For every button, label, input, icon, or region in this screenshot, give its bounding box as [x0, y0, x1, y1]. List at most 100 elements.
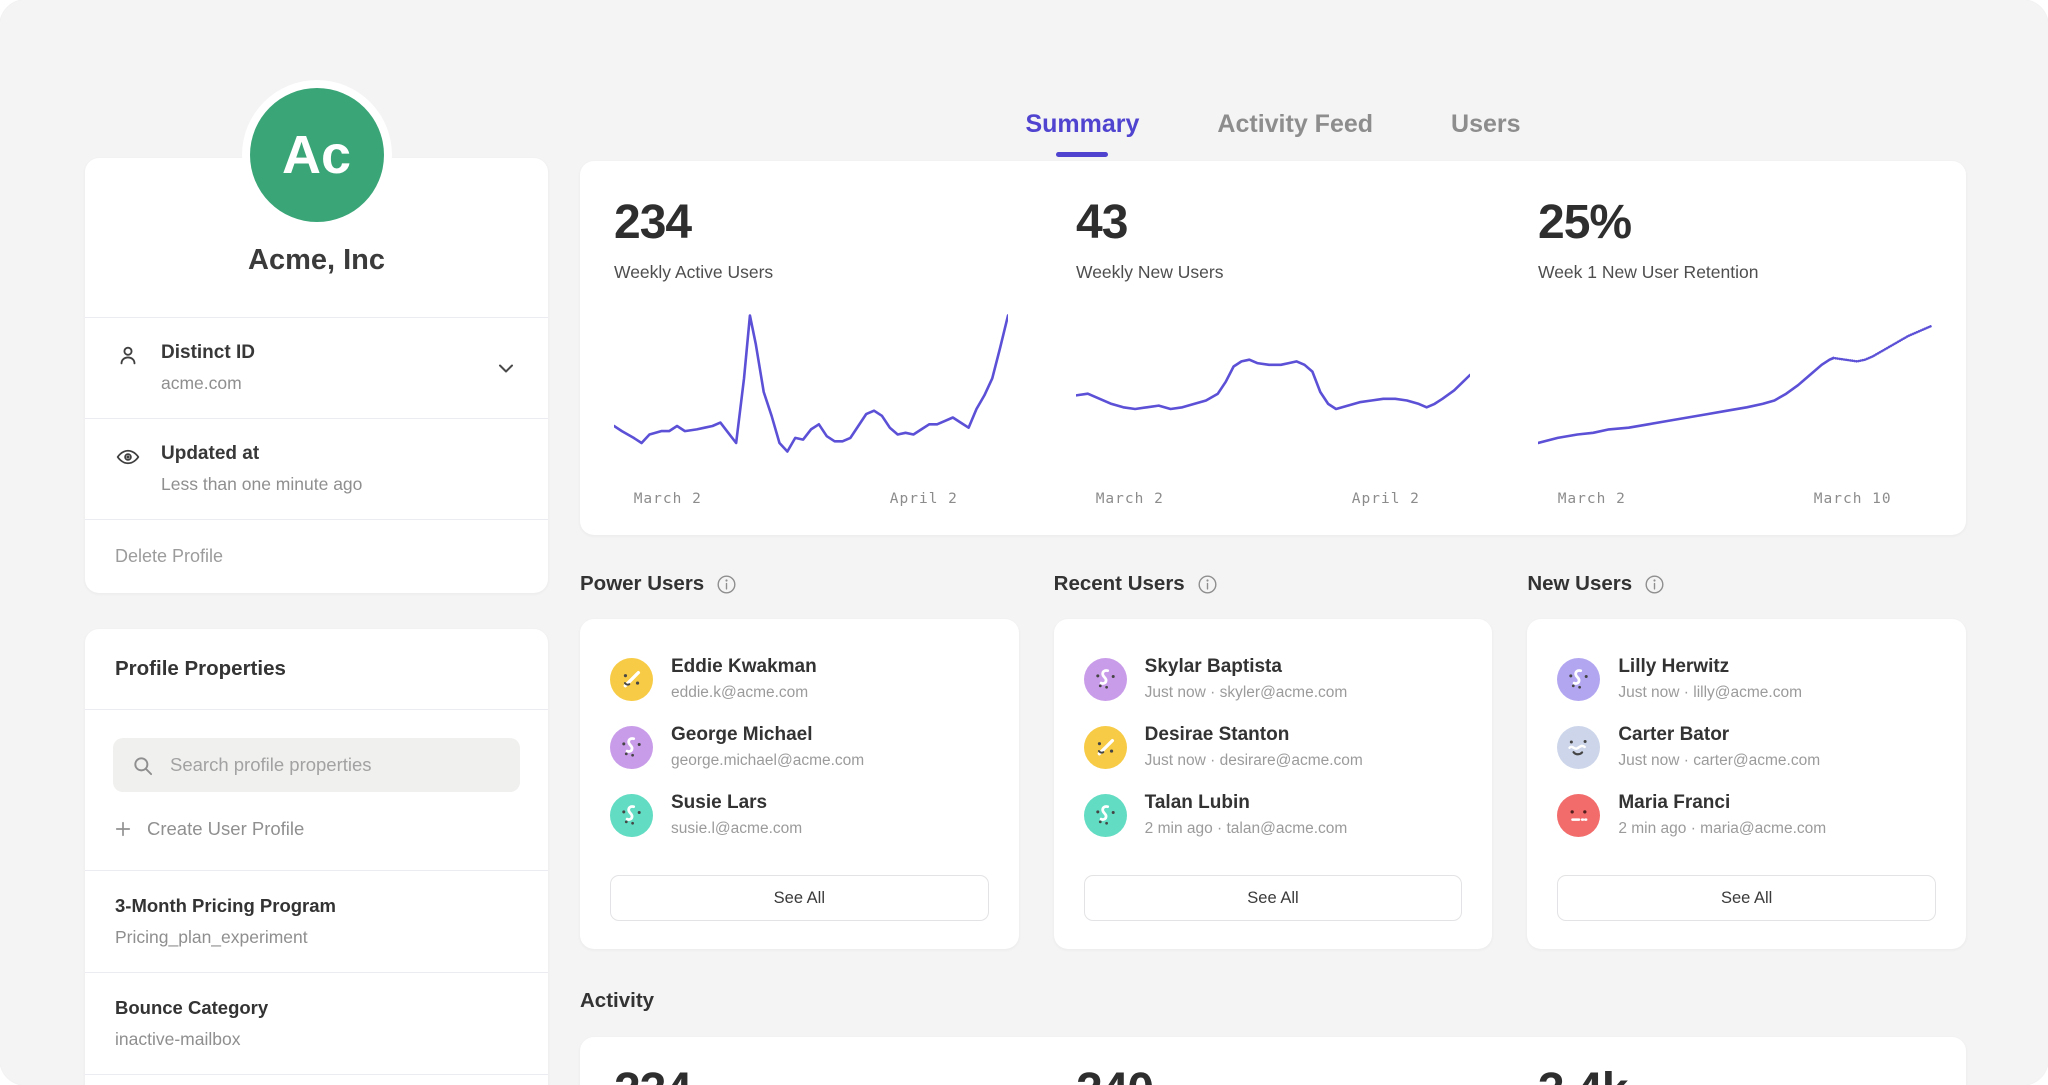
avatar: [1084, 794, 1127, 837]
user-row[interactable]: George Michael george.michael@acme.com: [610, 713, 989, 781]
user-row[interactable]: Skylar Baptista Just now · skyler@acme.c…: [1084, 645, 1463, 713]
field-value: acme.com: [161, 373, 255, 394]
stat-value: 234: [614, 195, 1008, 250]
profile-properties-title: Profile Properties: [85, 629, 548, 709]
info-icon[interactable]: [716, 574, 737, 595]
stat-weekly-new-users: 43 Weekly New Users March 2 April 2: [1042, 161, 1504, 535]
user-subtitle: 2 min ago · maria@acme.com: [1618, 820, 1826, 838]
stat-value: 25%: [1538, 195, 1932, 250]
divider: [85, 709, 548, 710]
search-icon: [131, 754, 154, 777]
user-subtitle: Just now · desirare@acme.com: [1145, 752, 1363, 770]
activity-card: 234 240 3.4k: [580, 1037, 1966, 1085]
user-subtitle: susie.l@acme.com: [671, 820, 802, 838]
user-name: Talan Lubin: [1145, 792, 1348, 814]
property-name: 3-Month Pricing Program: [115, 895, 518, 917]
info-icon[interactable]: [1197, 574, 1218, 595]
see-all-button[interactable]: See All: [1557, 875, 1936, 921]
property-row: 3-Month Pricing Program Pricing_plan_exp…: [85, 871, 548, 972]
new-users-card: Lilly Herwitz Just now · lilly@acme.com …: [1527, 619, 1966, 949]
avatar: [1557, 794, 1600, 837]
user-name: Carter Bator: [1618, 724, 1820, 746]
user-subtitle: Just now · lilly@acme.com: [1618, 684, 1802, 702]
user-name: Maria Franci: [1618, 792, 1826, 814]
x-axis-tick: March 10: [1814, 491, 1892, 507]
user-name: George Michael: [671, 724, 864, 746]
main-content: Summary Activity Feed Users 234 Weekly A…: [580, 0, 1966, 1085]
user-row[interactable]: Susie Lars susie.l@acme.com: [610, 781, 989, 849]
company-avatar: Ac: [250, 88, 384, 222]
person-icon: [115, 343, 141, 369]
profile-properties-card: Profile Properties Create User Pro: [85, 629, 548, 1085]
weekly-new-users-chart: [1076, 307, 1470, 477]
active-tab-underline: [1056, 152, 1108, 157]
x-axis-tick: April 2: [1352, 491, 1420, 507]
recent-users-section: Recent Users Skylar Baptista Just now · …: [1054, 571, 1493, 949]
field-value: Less than one minute ago: [161, 474, 362, 495]
x-axis-tick: April 2: [890, 491, 958, 507]
tab-summary[interactable]: Summary: [1025, 110, 1139, 157]
section-title: Recent Users: [1054, 572, 1185, 596]
delete-profile-button[interactable]: Delete Profile: [85, 520, 548, 593]
stat-label: Weekly New Users: [1076, 262, 1470, 283]
user-name: Eddie Kwakman: [671, 656, 817, 678]
user-sections: Power Users Eddie Kwakman eddie.k@acme.c…: [580, 571, 1966, 949]
property-name: Bounce Category: [115, 997, 518, 1019]
company-profile-card: Acme, Inc Distinct ID acme.com: [85, 158, 548, 593]
create-user-profile-label: Create User Profile: [147, 818, 304, 840]
activity-section: Activity 234 240 3.4k: [580, 989, 1966, 1085]
activity-title: Activity: [580, 989, 1966, 1013]
user-row[interactable]: Lilly Herwitz Just now · lilly@acme.com: [1557, 645, 1936, 713]
profile-page: Ac Acme, Inc Distinct ID acme.com: [0, 0, 2048, 1085]
avatar: [610, 794, 653, 837]
power-users-card: Eddie Kwakman eddie.k@acme.com George Mi…: [580, 619, 1019, 949]
property-row: Browser Chrome: [85, 1075, 548, 1085]
activity-stat-value: 234: [614, 1063, 1008, 1085]
power-users-section: Power Users Eddie Kwakman eddie.k@acme.c…: [580, 571, 1019, 949]
field-label: Distinct ID: [161, 342, 255, 364]
info-icon[interactable]: [1644, 574, 1665, 595]
search-input[interactable]: [168, 753, 502, 777]
create-user-profile-button[interactable]: Create User Profile: [113, 818, 520, 840]
user-row[interactable]: Talan Lubin 2 min ago · talan@acme.com: [1084, 781, 1463, 849]
property-value: inactive-mailbox: [115, 1029, 518, 1050]
stat-weekly-active-users: 234 Weekly Active Users March 2 April 2: [580, 161, 1042, 535]
user-subtitle: Just now · skyler@acme.com: [1145, 684, 1348, 702]
eye-icon: [115, 444, 141, 470]
user-row[interactable]: Maria Franci 2 min ago · maria@acme.com: [1557, 781, 1936, 849]
see-all-button[interactable]: See All: [610, 875, 989, 921]
user-subtitle: george.michael@acme.com: [671, 752, 864, 770]
new-users-section: New Users Lilly Herwitz Just now · lilly…: [1527, 571, 1966, 949]
profile-properties-search[interactable]: [113, 738, 520, 792]
section-title: New Users: [1527, 572, 1632, 596]
summary-stats-card: 234 Weekly Active Users March 2 April 2 …: [580, 161, 1966, 535]
activity-stat-value: 3.4k: [1538, 1063, 1932, 1085]
distinct-id-row[interactable]: Distinct ID acme.com: [85, 318, 548, 418]
tab-bar: Summary Activity Feed Users: [580, 0, 1966, 157]
user-row[interactable]: Desirae Stanton Just now · desirare@acme…: [1084, 713, 1463, 781]
property-row: Bounce Category inactive-mailbox: [85, 973, 548, 1074]
weekly-active-users-chart: [614, 307, 1008, 477]
chevron-down-icon[interactable]: [494, 356, 518, 380]
user-row[interactable]: Eddie Kwakman eddie.k@acme.com: [610, 645, 989, 713]
see-all-button[interactable]: See All: [1084, 875, 1463, 921]
avatar: [1084, 726, 1127, 769]
user-name: Susie Lars: [671, 792, 802, 814]
updated-at-row: Updated at Less than one minute ago: [85, 419, 548, 519]
avatar: [1557, 658, 1600, 701]
user-row[interactable]: Carter Bator Just now · carter@acme.com: [1557, 713, 1936, 781]
x-axis-tick: March 2: [1096, 491, 1164, 507]
stat-value: 43: [1076, 195, 1470, 250]
avatar: [1557, 726, 1600, 769]
user-subtitle: eddie.k@acme.com: [671, 684, 817, 702]
activity-stat-value: 240: [1076, 1063, 1470, 1085]
tab-activity-feed[interactable]: Activity Feed: [1217, 110, 1373, 157]
avatar: [1084, 658, 1127, 701]
user-subtitle: 2 min ago · talan@acme.com: [1145, 820, 1348, 838]
tab-users[interactable]: Users: [1451, 110, 1521, 157]
section-title: Power Users: [580, 572, 704, 596]
avatar: [610, 726, 653, 769]
company-avatar-initials: Ac: [282, 124, 351, 186]
user-name: Desirae Stanton: [1145, 724, 1363, 746]
stat-week1-retention: 25% Week 1 New User Retention March 2 Ma…: [1504, 161, 1966, 535]
